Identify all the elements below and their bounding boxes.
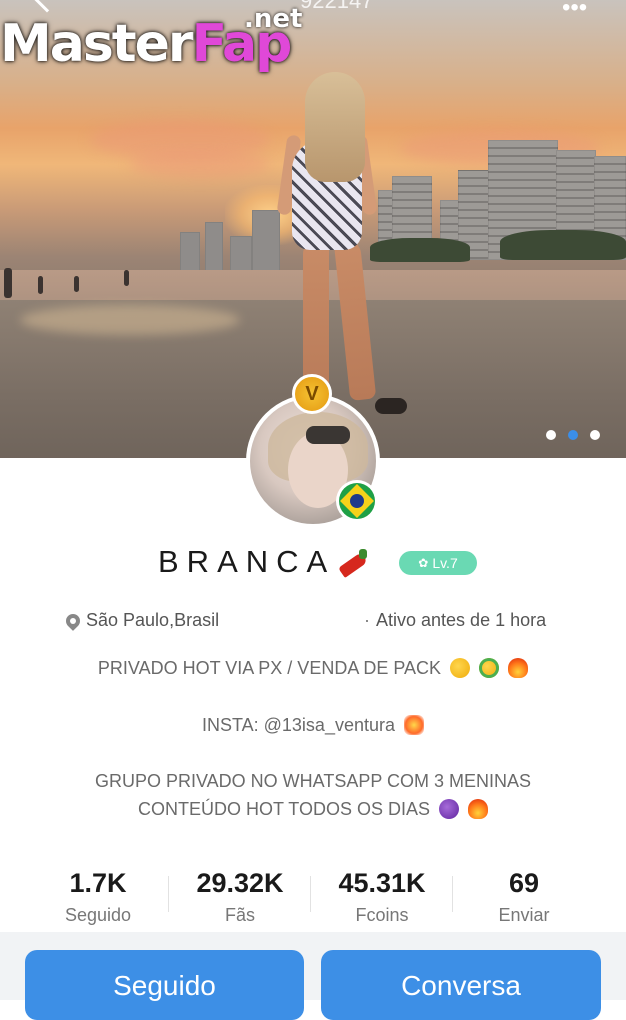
fire-icon [468, 799, 489, 819]
stat-sent[interactable]: 69 Enviar [454, 868, 594, 926]
activity-status: · Ativo antes de 1 hora [364, 610, 547, 630]
devil-face-icon [439, 799, 460, 819]
stat-following[interactable]: 1.7K Seguido [28, 868, 168, 926]
carousel-dot[interactable] [546, 430, 556, 440]
location: São Paulo,Brasil [63, 610, 219, 631]
cloud [130, 150, 270, 178]
profile-id: 922147 [300, 0, 374, 13]
bio-instagram[interactable]: INSTA: @13isa_ventura [0, 711, 626, 739]
tree-line [500, 230, 626, 260]
chat-button[interactable]: Conversa [321, 950, 601, 1020]
profile-name: BRANCA [158, 544, 371, 580]
stat-fans[interactable]: 29.32K Fãs [170, 868, 310, 926]
carousel-dot-active[interactable] [568, 430, 578, 440]
carousel-indicator[interactable] [546, 430, 600, 440]
brazil-flag-icon [336, 480, 378, 522]
profile-meta: São Paulo,Brasil · Ativo antes de 1 hora [0, 606, 626, 636]
carousel-dot[interactable] [590, 430, 600, 440]
location-pin-icon [63, 610, 83, 631]
bio-line: PRIVADO HOT VIA PX / VENDA DE PACK [0, 654, 626, 682]
building [180, 232, 200, 272]
beach-person [38, 276, 43, 294]
watermark-logo: MasterFap .net [0, 4, 303, 74]
stat-divider [452, 876, 453, 912]
building [205, 222, 223, 272]
avatar-container[interactable]: V [246, 374, 380, 528]
level-badge[interactable]: ✿ Lv.7 [399, 551, 477, 575]
sprout-icon: ✿ [418, 556, 429, 570]
beach-person [4, 268, 12, 298]
chili-pepper-icon [335, 548, 371, 579]
building [230, 236, 252, 272]
sun-reflection [20, 305, 240, 335]
building [252, 210, 280, 272]
more-dots-icon[interactable]: ••• [562, 0, 587, 22]
verified-badge-icon: V [292, 374, 332, 414]
bio-group: GRUPO PRIVADO NO WHATSAPP COM 3 MENINAS … [94, 771, 532, 819]
money-face-icon [479, 658, 500, 678]
stat-divider [310, 876, 311, 912]
stat-divider [168, 876, 169, 912]
action-bar: Seguido Conversa [0, 932, 626, 1020]
beach-person [124, 270, 129, 286]
follow-button[interactable]: Seguido [25, 950, 304, 1020]
profile-stats: 1.7K Seguido 29.32K Fãs 45.31K Fcoins 69… [0, 868, 626, 930]
tree-line [370, 238, 470, 262]
collision-icon [404, 715, 425, 735]
beach-person [74, 276, 79, 292]
fire-icon [508, 658, 529, 678]
stat-fcoins[interactable]: 45.31K Fcoins [312, 868, 452, 926]
tongue-face-icon [450, 658, 471, 678]
